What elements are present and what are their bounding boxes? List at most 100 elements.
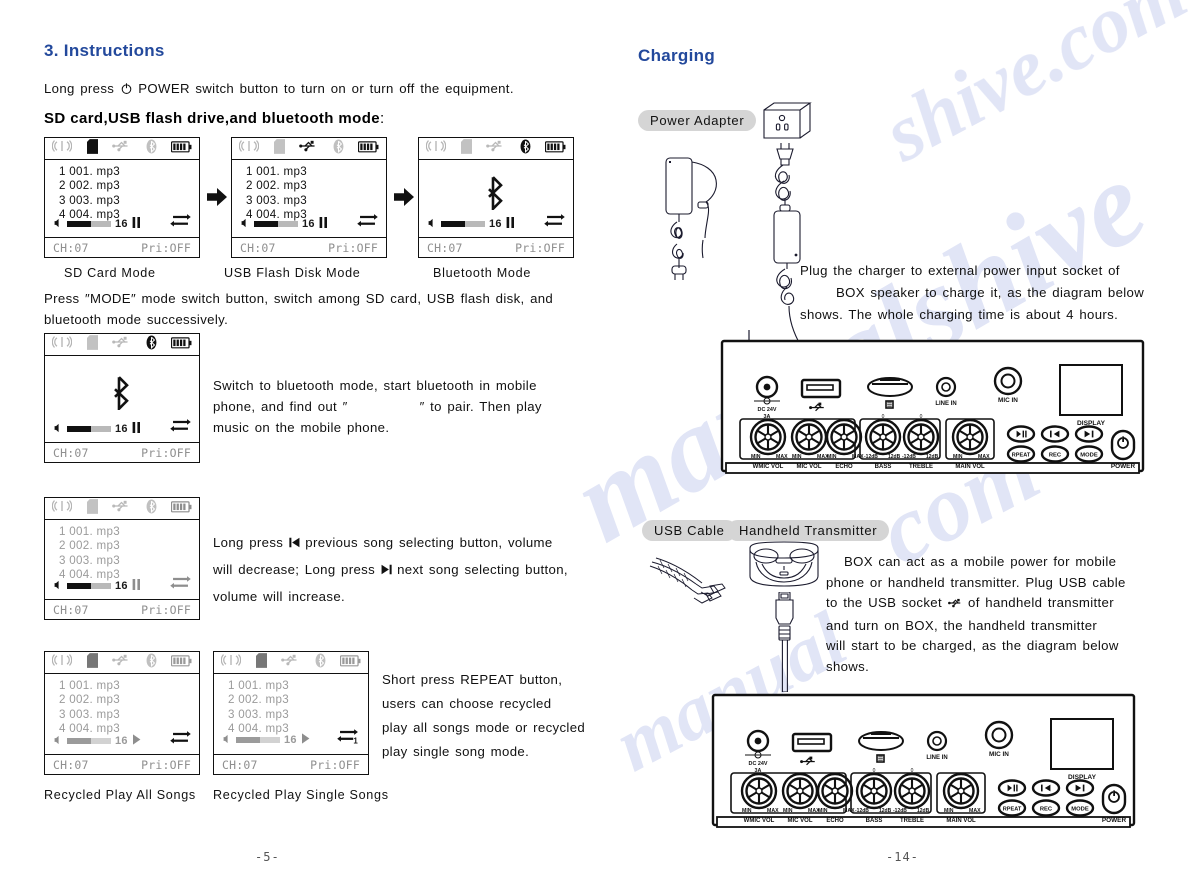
lcd-screen-usb: 1 001. mp3 2 002. mp3 3 003. mp3 4 004. … xyxy=(231,137,387,258)
repeat-all-icon xyxy=(170,731,191,750)
speaker-icon xyxy=(54,732,65,750)
volume-row: 16 xyxy=(54,731,191,750)
svg-text:12dB: 12dB xyxy=(926,454,939,460)
usb-icon xyxy=(299,139,318,158)
bluetooth-icon xyxy=(146,335,157,355)
svg-text:1: 1 xyxy=(353,737,358,745)
vol-para-line1: Long press previous song selecting butto… xyxy=(213,530,593,557)
signal-icon xyxy=(51,335,73,354)
lcd-screen-repeat-all: 1 001. mp3 2 002. mp3 3 003. mp3 4 004. … xyxy=(44,651,200,775)
lcd-status-bar xyxy=(232,138,386,160)
label-usb-cable: USB Cable xyxy=(642,520,737,541)
svg-text:-12dB: -12dB xyxy=(864,454,878,460)
label-handheld-transmitter: Handheld Transmitter xyxy=(727,520,890,541)
track-list: 1 001. mp3 2 002. mp3 3 003. mp3 4 004. … xyxy=(214,677,368,737)
subhead-text: SD card,USB flash drive,and bluetooth mo… xyxy=(44,110,381,127)
signal-icon xyxy=(51,139,73,158)
usb-para-line6: shows. xyxy=(826,658,870,674)
svg-text:MIN: MIN xyxy=(742,808,752,814)
arrow-right-icon xyxy=(394,188,414,211)
lcd-screen-bluetooth: 16 CH:07 Pri:OFF xyxy=(418,137,574,258)
track-item: 1 001. mp3 xyxy=(59,525,121,538)
volume-value: 16 xyxy=(115,579,128,592)
lcd-status-bar xyxy=(45,498,199,520)
svg-text:MAX: MAX xyxy=(969,808,981,814)
lcd-status-bar xyxy=(419,138,573,160)
lcd-body: 1 001. mp3 2 002. mp3 3 003. mp3 4 004. … xyxy=(45,674,199,754)
pause-icon xyxy=(506,215,515,233)
volume-row: 16 xyxy=(54,214,191,233)
vol-para-line1-a: Long press xyxy=(213,535,284,550)
track-item: 2 002. mp3 xyxy=(246,179,308,193)
control-panel-top: DC 24V 3A LINE IN MIC IN DISPLAY MIN MAX… xyxy=(720,339,1145,489)
lcd-body: 1 001. mp3 2 002. mp3 3 003. mp3 4 004. … xyxy=(45,160,199,237)
usb-para-line5: will start to be charged, as the diagram… xyxy=(826,638,1119,653)
volume-bar xyxy=(67,220,111,227)
track-item: 2 002. mp3 xyxy=(228,693,290,707)
svg-text:MIN: MIN xyxy=(783,808,793,814)
lcd-footer: CH:07 Pri:OFF xyxy=(214,754,368,774)
page-number-right: -14- xyxy=(886,850,919,864)
caption-recycled-single: Recycled Play Single Songs xyxy=(213,788,389,802)
lcd-footer: CH:07 Pri:OFF xyxy=(45,599,199,619)
svg-text:MAX: MAX xyxy=(852,454,864,460)
channel-label: CH:07 xyxy=(53,240,89,255)
usb-icon xyxy=(486,139,505,158)
priority-label: Pri:OFF xyxy=(328,240,378,255)
repeat-para-line1: Short press REPEAT button, xyxy=(382,672,563,687)
lcd-body: 16 xyxy=(419,160,573,237)
vol-para-line2-b: next song selecting button, xyxy=(397,562,568,577)
svg-text:MIC IN: MIC IN xyxy=(998,397,1018,404)
play-icon xyxy=(301,731,310,749)
lcd-body: 1 001. mp3 2 002. mp3 3 003. mp3 4 004. … xyxy=(45,520,199,599)
lcd-footer: CH:07 Pri:OFF xyxy=(232,237,386,257)
repeat-one-icon: 1 xyxy=(337,729,360,750)
track-item: 2 002. mp3 xyxy=(59,179,121,193)
lcd-footer: CH:07 Pri:OFF xyxy=(45,754,199,774)
caption-bluetooth-mode: Bluetooth Mode xyxy=(433,266,532,280)
pause-icon xyxy=(132,420,141,438)
usb-icon xyxy=(112,653,131,672)
priority-label: Pri:OFF xyxy=(515,240,565,255)
lcd-status-bar xyxy=(214,652,368,674)
usb-para-line4: and turn on BOX, the handheld transmitte… xyxy=(826,617,1098,633)
pause-icon xyxy=(319,215,328,233)
volume-value: 16 xyxy=(115,422,128,435)
repeat-all-icon xyxy=(170,214,191,233)
page-title-charging: Charging xyxy=(638,46,716,65)
svg-text:REC: REC xyxy=(1040,807,1053,813)
repeat-all-icon xyxy=(170,576,191,595)
svg-text:MAX: MAX xyxy=(978,454,990,460)
caption-usb-mode: USB Flash Disk Mode xyxy=(224,266,361,280)
sd-card-icon xyxy=(86,334,98,355)
sd-card-icon xyxy=(86,498,98,519)
volume-bar xyxy=(254,220,298,227)
sd-card-icon xyxy=(460,138,472,159)
signal-icon xyxy=(220,653,242,672)
track-item: 2 002. mp3 xyxy=(59,539,121,553)
usb-icon xyxy=(112,139,131,158)
intro-text-after: POWER switch button to turn on or turn o… xyxy=(138,81,514,96)
svg-text:MODE: MODE xyxy=(1071,807,1089,813)
channel-label: CH:07 xyxy=(53,757,89,772)
bluetooth-icon xyxy=(520,139,531,159)
volume-value: 16 xyxy=(302,217,315,230)
track-item: 3 003. mp3 xyxy=(59,553,121,567)
svg-text:ECHO: ECHO xyxy=(826,818,844,824)
lcd-body: 1 001. mp3 2 002. mp3 3 003. mp3 4 004. … xyxy=(232,160,386,237)
usb-icon xyxy=(281,653,300,672)
svg-text:WMIC VOL: WMIC VOL xyxy=(753,464,784,470)
volume-bar xyxy=(67,425,111,432)
charge-para-line2: BOX speaker to charge it, as the diagram… xyxy=(836,285,1145,300)
bt-para-line2: phone, and find out ″ ″ to pair. Then pla… xyxy=(213,396,583,417)
volume-row: 16 xyxy=(428,214,565,233)
previous-track-icon xyxy=(289,531,300,557)
bluetooth-icon xyxy=(419,176,573,215)
volume-value: 16 xyxy=(284,733,297,746)
svg-text:RPEAT: RPEAT xyxy=(1003,807,1022,813)
svg-text:BASS: BASS xyxy=(866,818,883,824)
svg-text:MAX: MAX xyxy=(767,808,779,814)
svg-text:MAIN VOL: MAIN VOL xyxy=(946,818,976,824)
svg-text:0: 0 xyxy=(873,768,876,774)
intro-text-before: Long press xyxy=(44,81,115,96)
